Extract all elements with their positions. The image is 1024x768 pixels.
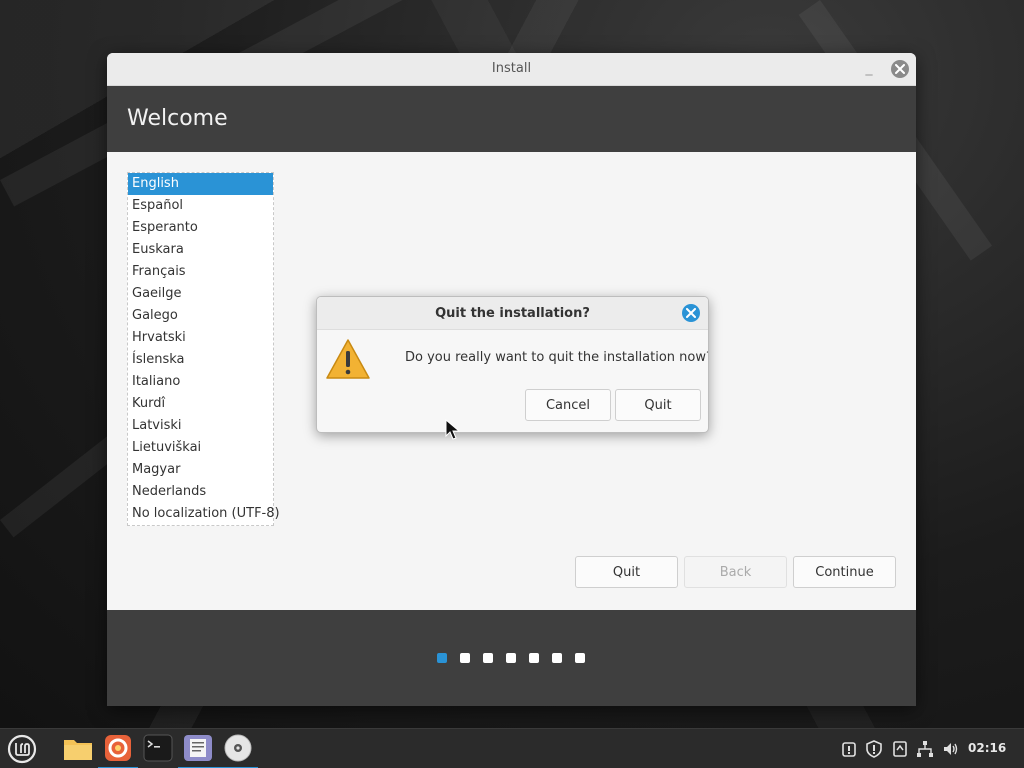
dialog-quit-button[interactable]: Quit: [615, 389, 701, 421]
language-list[interactable]: English Español Esperanto Euskara Français Ga…: [127, 172, 280, 526]
language-item[interactable]: Galego: [128, 305, 273, 327]
step-dot: [575, 653, 585, 663]
window-close-button[interactable]: [891, 60, 909, 78]
quit-dialog: Quit the installation? Do you really wan…: [316, 296, 709, 433]
shield-icon[interactable]: [865, 740, 883, 758]
firefox-icon: [105, 735, 131, 761]
language-item[interactable]: Íslenska: [128, 349, 273, 371]
clock[interactable]: 02:16: [968, 741, 1006, 755]
page-title: Welcome: [127, 106, 228, 131]
dialog-cancel-button[interactable]: Cancel: [525, 389, 611, 421]
text-editor-icon: [184, 735, 212, 761]
taskbar-installer[interactable]: [218, 729, 258, 768]
mint-menu-button[interactable]: [2, 729, 42, 768]
step-dot: [529, 653, 539, 663]
taskbar-files[interactable]: [58, 729, 98, 768]
step-dot: [552, 653, 562, 663]
minimize-button[interactable]: _: [860, 59, 878, 77]
language-item[interactable]: Magyar: [128, 459, 273, 481]
language-item[interactable]: Esperanto: [128, 217, 273, 239]
taskbar-terminal[interactable]: [138, 729, 178, 768]
taskbar: 02:16: [0, 728, 1024, 768]
language-item[interactable]: No localization (UTF-8): [128, 503, 280, 525]
language-item[interactable]: Italiano: [128, 371, 273, 393]
language-item[interactable]: Gaeilge: [128, 283, 273, 305]
step-dot: [437, 653, 447, 663]
step-dot: [460, 653, 470, 663]
dialog-message: Do you really want to quit the installat…: [405, 350, 709, 365]
dialog-title: Quit the installation?: [435, 306, 590, 321]
clipboard-icon[interactable]: [892, 740, 908, 758]
quit-button[interactable]: Quit: [575, 556, 678, 588]
step-dot: [506, 653, 516, 663]
language-item[interactable]: Hrvatski: [128, 327, 273, 349]
volume-icon[interactable]: [942, 740, 960, 758]
progress-footer: [107, 610, 916, 706]
step-dot: [483, 653, 493, 663]
dialog-titlebar[interactable]: Quit the installation?: [317, 297, 708, 330]
language-item[interactable]: Lietuviškai: [128, 437, 273, 459]
mouse-cursor-icon: [445, 419, 461, 440]
language-item[interactable]: English: [128, 173, 273, 195]
page-header: Welcome: [107, 86, 916, 152]
close-icon: [895, 64, 905, 74]
taskbar-text-editor[interactable]: [178, 729, 218, 768]
close-icon: [686, 308, 696, 318]
network-icon[interactable]: [916, 740, 934, 758]
disc-icon: [224, 734, 252, 762]
terminal-icon: [143, 734, 173, 762]
window-titlebar[interactable]: Install _: [107, 53, 916, 86]
step-indicator: [437, 653, 598, 663]
language-item[interactable]: Español: [128, 195, 273, 217]
language-item[interactable]: Euskara: [128, 239, 273, 261]
folder-icon: [64, 740, 92, 760]
window-title: Install: [491, 61, 532, 76]
language-item[interactable]: Français: [128, 261, 273, 283]
continue-button[interactable]: Continue: [793, 556, 896, 588]
back-button[interactable]: Back: [684, 556, 787, 588]
warning-icon: [326, 339, 370, 379]
mint-menu-icon: [7, 734, 37, 764]
language-item[interactable]: Nederlands: [128, 481, 273, 503]
dialog-close-button[interactable]: [682, 304, 700, 322]
update-manager-icon[interactable]: [841, 740, 857, 758]
language-item[interactable]: Latviski: [128, 415, 273, 437]
language-item[interactable]: Kurdî: [128, 393, 273, 415]
taskbar-firefox[interactable]: [98, 729, 138, 768]
